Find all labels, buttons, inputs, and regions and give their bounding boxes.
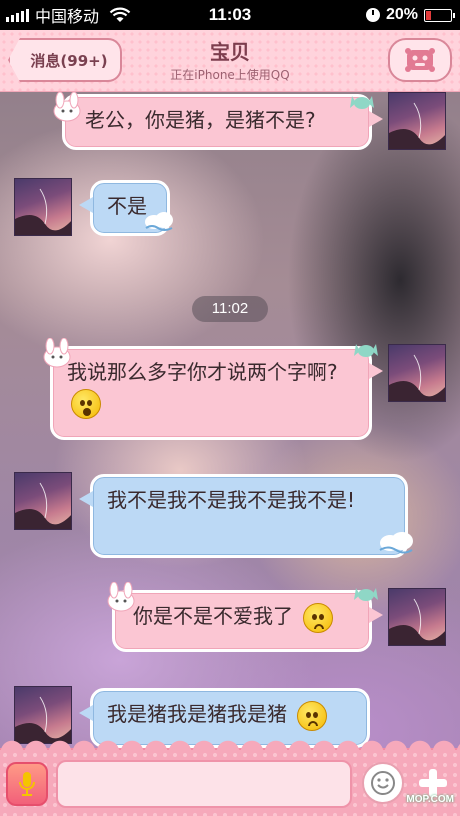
profile-icon bbox=[405, 48, 435, 72]
microphone-icon bbox=[19, 772, 35, 796]
emoji-button[interactable] bbox=[362, 762, 404, 804]
message-bubble-sent[interactable]: 我说那么多字你才说两个字啊? bbox=[50, 346, 383, 440]
message-input[interactable] bbox=[56, 760, 352, 808]
cloud-sticker-icon bbox=[145, 212, 173, 231]
message-bubble-sent[interactable]: 老公，你是猪，是猪不是? bbox=[62, 94, 383, 150]
message-text: 老公，你是猪，是猪不是? bbox=[85, 108, 316, 132]
my-avatar[interactable] bbox=[388, 92, 446, 150]
status-bar: 中国移动 11:03 20% bbox=[0, 0, 460, 30]
message-text: 我说那么多字你才说两个字啊? bbox=[67, 360, 338, 384]
sad-face-icon bbox=[303, 602, 334, 633]
dizzy-face-icon bbox=[297, 700, 328, 731]
message-bubble-received[interactable]: 我不是我不是我不是我不是! bbox=[79, 474, 408, 558]
battery-percent: 20% bbox=[385, 6, 418, 23]
message-text: 不是 bbox=[107, 194, 147, 218]
message-text: 你是不是不爱我了 bbox=[133, 604, 293, 628]
scallop-border bbox=[0, 736, 460, 752]
bunny-sticker-icon bbox=[53, 92, 81, 122]
candy-sticker-icon bbox=[354, 588, 378, 601]
candy-sticker-icon bbox=[350, 96, 374, 109]
message-text: 我不是我不是我不是我不是! bbox=[107, 488, 356, 512]
bunny-sticker-icon bbox=[43, 338, 71, 368]
my-avatar[interactable] bbox=[388, 344, 446, 402]
surprised-face-icon bbox=[71, 388, 101, 419]
input-bar: MOP.COM bbox=[0, 736, 460, 816]
profile-button[interactable] bbox=[388, 38, 452, 82]
contact-avatar[interactable] bbox=[14, 472, 72, 530]
contact-avatar[interactable] bbox=[14, 178, 72, 236]
candy-sticker-icon bbox=[354, 344, 378, 357]
timestamp-chip: 11:02 bbox=[192, 296, 268, 322]
my-avatar[interactable] bbox=[388, 588, 446, 646]
bunny-sticker-icon bbox=[107, 582, 135, 612]
alarm-icon bbox=[365, 8, 380, 22]
watermark: MOP.COM bbox=[406, 794, 454, 805]
chat-header: 消息(99+) 宝贝 正在iPhone上使用QQ bbox=[0, 30, 460, 92]
battery-icon bbox=[424, 8, 455, 22]
voice-button[interactable] bbox=[6, 762, 48, 806]
cloud-sticker-icon bbox=[379, 532, 413, 554]
message-bubble-sent[interactable]: 你是不是不爱我了 bbox=[112, 590, 383, 652]
message-text: 我是猪我是猪我是猪 bbox=[107, 702, 287, 726]
smiley-icon bbox=[371, 771, 395, 795]
